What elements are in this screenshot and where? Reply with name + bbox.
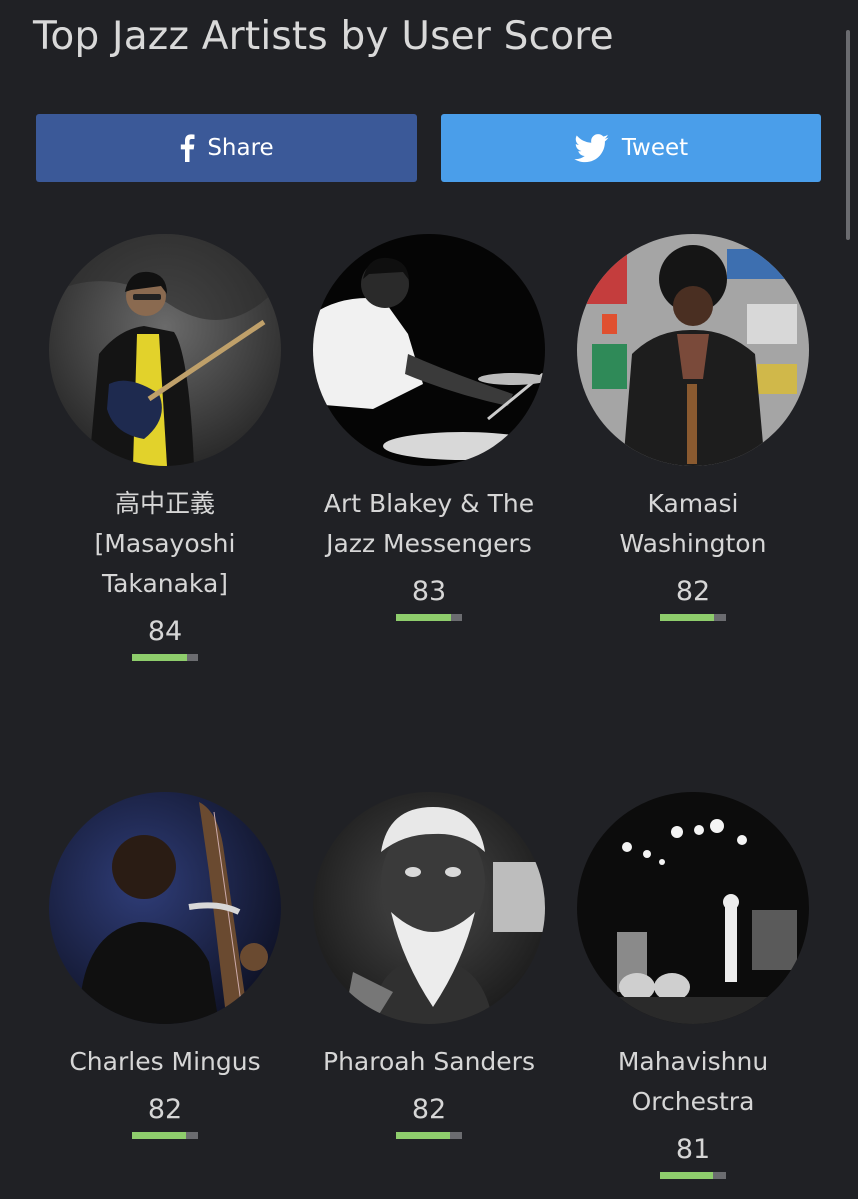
score-bar [132,654,198,661]
score-bar [132,1132,198,1139]
scrollbar[interactable] [846,30,850,240]
score-bar-fill [132,1132,187,1139]
artist-score: 82 [411,1094,447,1125]
artist-card[interactable]: Kamasi Washington 82 [577,234,809,621]
share-button[interactable]: Share [36,114,417,182]
artist-name-line: Charles Mingus [69,1047,261,1076]
artist-name-line: Art Blakey & The [323,489,535,518]
artist-name-line: Washington [619,529,767,558]
score-bar [396,1132,462,1139]
artist-name-line: Pharoah Sanders [323,1047,535,1076]
artist-score: 82 [147,1094,183,1125]
share-button-label: Share [207,135,274,161]
artist-score: 83 [411,576,447,607]
score-bar-fill [132,654,188,661]
bassist-photo [49,792,281,1024]
page-title: Top Jazz Artists by User Score [33,14,614,59]
twitter-icon [574,133,610,163]
artist-name-line: Takanaka] [101,569,229,598]
band-stage-photo [577,792,809,1024]
artist-name-line: Mahavishnu [617,1047,769,1076]
artist-card[interactable]: Art Blakey & The Jazz Messengers 83 [313,234,545,621]
tweet-button[interactable]: Tweet [441,114,821,182]
artist-card[interactable]: 高中正義 [Masayoshi Takanaka] 84 [49,234,281,661]
saxophonist-photo [577,234,809,466]
guitarist-photo [49,234,281,466]
score-bar-fill [660,1172,714,1179]
score-bar-fill [396,614,451,621]
artist-card[interactable]: Pharoah Sanders 82 [313,792,545,1139]
artist-score: 84 [147,616,183,647]
artist-name-line: 高中正義 [114,489,215,518]
score-bar-fill [396,1132,451,1139]
artist-name-line: Orchestra [631,1087,755,1116]
facebook-icon [179,134,195,162]
artist-score: 82 [675,576,711,607]
artist-card[interactable]: Charles Mingus 82 [49,792,281,1139]
score-bar [660,614,726,621]
drummer-photo [313,234,545,466]
artist-name-line: [Masayoshi [94,529,236,558]
artist-name-line: Jazz Messengers [326,529,532,558]
artist-card[interactable]: Mahavishnu Orchestra 81 [577,792,809,1179]
score-bar [660,1172,726,1179]
tweet-button-label: Tweet [621,135,689,161]
portrait-photo [313,792,545,1024]
artist-score: 81 [675,1134,711,1165]
artist-name-line: Kamasi [647,489,739,518]
score-bar [396,614,462,621]
score-bar-fill [660,614,715,621]
